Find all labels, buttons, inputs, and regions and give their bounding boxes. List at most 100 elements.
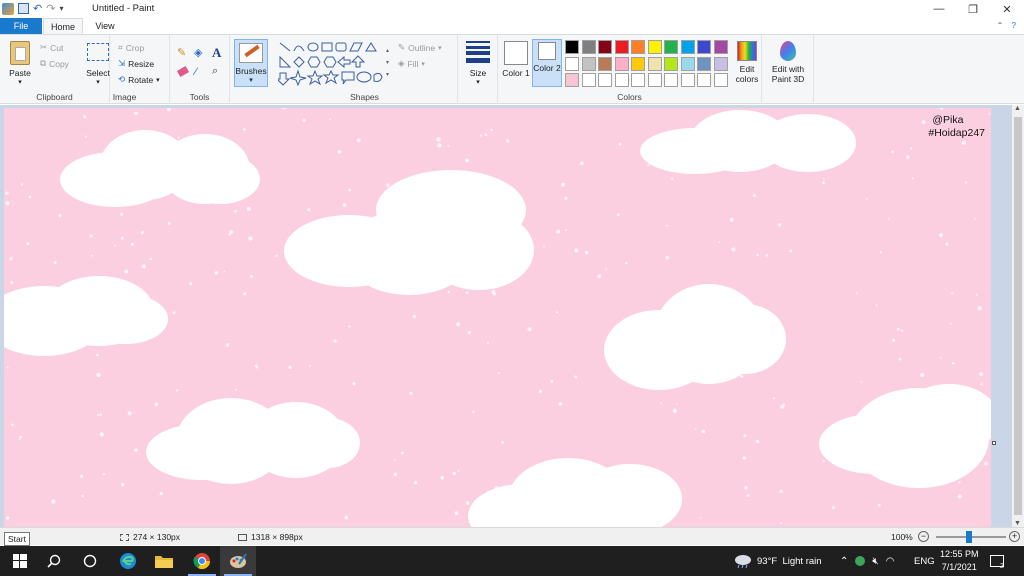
color-swatch[interactable] [565, 56, 579, 71]
color-swatch[interactable] [565, 40, 579, 54]
zoom-in-button[interactable]: + [1009, 531, 1020, 542]
color-swatch[interactable] [664, 56, 678, 71]
chrome-icon [193, 553, 211, 570]
color-swatch[interactable] [713, 73, 728, 87]
chevron-down-icon: ▾ [476, 79, 480, 86]
cut-button[interactable]: ✂ Cut [40, 42, 63, 53]
color-swatch[interactable] [680, 40, 695, 54]
magnifier-icon[interactable]: ⌕ [212, 65, 218, 78]
file-explorer-button[interactable] [146, 546, 182, 576]
color-swatch[interactable] [697, 40, 711, 54]
color-swatch[interactable] [598, 56, 612, 71]
zoom-slider-thumb[interactable] [966, 531, 972, 543]
copy-button[interactable]: ⧉ Copy [40, 58, 69, 69]
color-swatch[interactable] [680, 73, 695, 87]
color-swatch[interactable] [565, 73, 579, 87]
maximize-button[interactable]: ❐ [956, 0, 990, 18]
color-swatch[interactable] [680, 56, 695, 71]
tab-file[interactable]: File [0, 18, 42, 34]
color-swatch[interactable] [581, 40, 596, 54]
color-swatch[interactable] [598, 40, 612, 54]
rainbow-palette-icon [737, 41, 757, 61]
color2-button[interactable]: Color 2 [532, 39, 562, 87]
edit-with-paint3d-button[interactable]: Edit with Paint 3D [766, 41, 810, 84]
text-icon[interactable]: A [212, 45, 221, 61]
color2-swatch [538, 42, 556, 60]
color-swatch[interactable] [631, 40, 645, 54]
cortana-button[interactable] [72, 546, 108, 576]
volume-muted-icon[interactable]: 🔇︎ [872, 556, 878, 567]
selection-size-icon [120, 533, 129, 541]
color-swatch[interactable] [631, 56, 645, 71]
close-button[interactable]: ✕ [990, 0, 1024, 18]
fill-button[interactable]: ◈ Fill ▾ [398, 58, 425, 69]
color-swatch[interactable] [713, 56, 728, 71]
pencil-icon[interactable]: ✎ [177, 46, 186, 59]
canvas-resize-handle[interactable] [992, 441, 996, 445]
paint-app-icon[interactable] [2, 2, 14, 15]
fill-bucket-icon[interactable]: ◈ [194, 46, 202, 59]
wifi-icon[interactable]: ◠ [886, 556, 895, 567]
scroll-thumb[interactable] [1014, 117, 1022, 515]
color-swatch[interactable] [581, 73, 596, 87]
resize-button[interactable]: ⇲ Resize [118, 58, 154, 69]
shapes-scroll-icon[interactable]: ▴ ▾ ▾ [386, 45, 389, 81]
chevron-down-icon: ▾ [96, 79, 100, 86]
start-button[interactable] [2, 546, 38, 576]
scroll-down-icon[interactable]: ▼ [1014, 520, 1021, 527]
zoom-slider[interactable] [936, 531, 1006, 543]
chrome-button[interactable] [184, 546, 220, 576]
select-button[interactable]: Select ▾ [86, 43, 110, 86]
color-swatch[interactable] [614, 73, 629, 87]
zoom-out-button[interactable]: − [918, 531, 929, 542]
edit-colors-button[interactable]: Edit colors [732, 41, 762, 84]
color-swatch[interactable] [614, 56, 629, 71]
color-swatch[interactable] [614, 40, 629, 54]
outline-button[interactable]: ✎ Outline ▾ [398, 42, 442, 53]
chevron-up-icon[interactable]: ⌃ [840, 556, 848, 567]
paint3d-group: Edit with Paint 3D [762, 35, 814, 104]
undo-icon[interactable]: ↶ [33, 2, 42, 15]
cloud [284, 170, 536, 295]
size-button[interactable]: Size ▾ [464, 41, 492, 86]
color-swatch[interactable] [647, 40, 662, 54]
eraser-icon[interactable] [176, 65, 190, 78]
scroll-up-icon[interactable]: ▲ [1014, 105, 1021, 112]
color-swatch[interactable] [631, 73, 645, 87]
rotate-button[interactable]: ⟲ Rotate ▾ [118, 74, 160, 85]
redo-icon[interactable]: ↷ [46, 2, 55, 15]
crop-button[interactable]: ⌗ Crop [118, 42, 144, 53]
edge-button[interactable] [110, 546, 146, 576]
color-swatch[interactable] [697, 73, 711, 87]
brushes-button[interactable]: Brushes ▾ [234, 39, 268, 87]
paste-button[interactable]: Paste ▾ [6, 41, 34, 86]
system-tray-icons: ⌃ 🔇︎ ◠ [840, 546, 894, 576]
help-icon[interactable]: ? [1012, 21, 1016, 30]
tab-view[interactable]: View [86, 18, 124, 34]
color-swatch[interactable] [664, 73, 678, 87]
save-icon[interactable] [18, 3, 29, 14]
color-picker-icon[interactable]: ⁄ [195, 66, 197, 78]
color1-button[interactable]: Color 1 [502, 41, 530, 78]
shapes-gallery[interactable] [275, 41, 384, 89]
color-swatch[interactable] [713, 40, 728, 54]
network-app-icon[interactable] [855, 556, 866, 566]
paint-taskbar-button[interactable] [220, 546, 256, 576]
language-indicator[interactable]: ENG [914, 546, 935, 576]
color-swatch[interactable] [647, 73, 662, 87]
vertical-scrollbar[interactable]: ▲ ▼ [1012, 105, 1024, 527]
drawing-canvas[interactable]: @Pika #Hoidap247 [4, 108, 991, 527]
color-swatch[interactable] [647, 56, 662, 71]
minimize-button[interactable]: — [922, 0, 956, 18]
notifications-button[interactable]: 2 [990, 546, 1004, 576]
tab-home[interactable]: Home [43, 18, 83, 34]
customize-qat-icon[interactable]: ▾ [59, 4, 63, 13]
color-swatch[interactable] [598, 73, 612, 87]
weather-widget[interactable]: 93°F Light rain [734, 546, 822, 576]
color-swatch[interactable] [697, 56, 711, 71]
clock[interactable]: 12:55 PM 7/1/2021 [940, 546, 979, 576]
search-button[interactable] [36, 546, 72, 576]
color-swatch[interactable] [581, 56, 596, 71]
color-swatch[interactable] [664, 40, 678, 54]
collapse-ribbon-icon[interactable]: ⌃ [997, 21, 1004, 30]
